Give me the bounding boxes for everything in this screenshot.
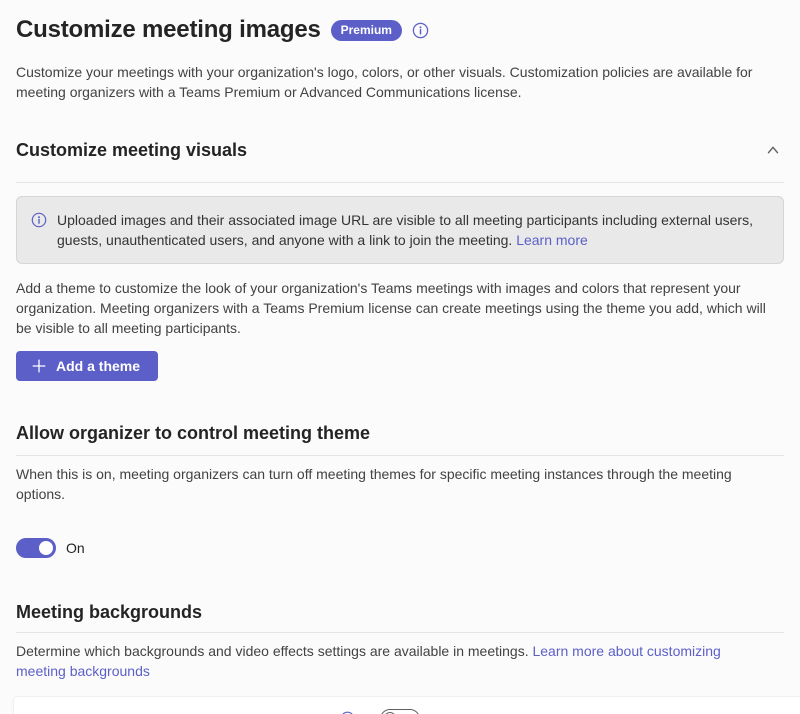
backgrounds-description: Determine which backgrounds and video ef… [16,641,766,681]
section-meeting-backgrounds: Meeting backgrounds [16,600,784,633]
setting-label: Apply background blur when no effect is … [28,709,332,714]
chevron-up-icon[interactable] [762,139,784,161]
page-title-row: Customize meeting images Premium [16,14,784,46]
background-setting-list: Apply background blur when no effect is … [13,696,800,714]
visuals-section-title: Customize meeting visuals [16,138,247,162]
add-theme-button[interactable]: Add a theme [16,351,158,381]
theme-description: Add a theme to customize the look of you… [16,278,784,338]
settings-page: Customize meeting images Premium Customi… [0,0,800,714]
organizer-toggle-row: On [16,538,784,558]
add-theme-button-label: Add a theme [56,358,140,374]
learn-more-link[interactable]: Learn more [516,232,588,248]
toggle-state-label: Off [432,709,450,714]
banner-text: Uploaded images and their associated ima… [57,212,753,248]
page-title: Customize meeting images [16,14,321,46]
organizer-toggle-label: On [66,538,85,558]
page-description: Customize your meetings with your organi… [16,62,756,102]
organizer-description: When this is on, meeting organizers can … [16,464,784,504]
premium-badge: Premium [331,20,402,41]
setting-row-background-blur: Apply background blur when no effect is … [13,696,800,714]
backgrounds-section-title: Meeting backgrounds [16,600,202,624]
section-allow-organizer: Allow organizer to control meeting theme [16,421,784,456]
plus-icon [30,357,48,375]
organizer-theme-toggle[interactable] [16,538,56,558]
setting-label-wrap: Apply background blur when no effect is … [28,709,380,714]
banner-info-icon [31,212,47,228]
backgrounds-description-text: Determine which backgrounds and video ef… [16,643,532,659]
title-info-icon[interactable] [412,22,429,39]
background-blur-toggle[interactable] [380,709,420,714]
organizer-section-title: Allow organizer to control meeting theme [16,421,370,445]
section-customize-meeting-visuals: Customize meeting visuals [16,138,784,183]
toggle-knob [39,541,53,555]
toggle-group: Off [380,709,450,714]
banner-message: Uploaded images and their associated ima… [57,210,765,250]
info-banner: Uploaded images and their associated ima… [16,196,784,264]
